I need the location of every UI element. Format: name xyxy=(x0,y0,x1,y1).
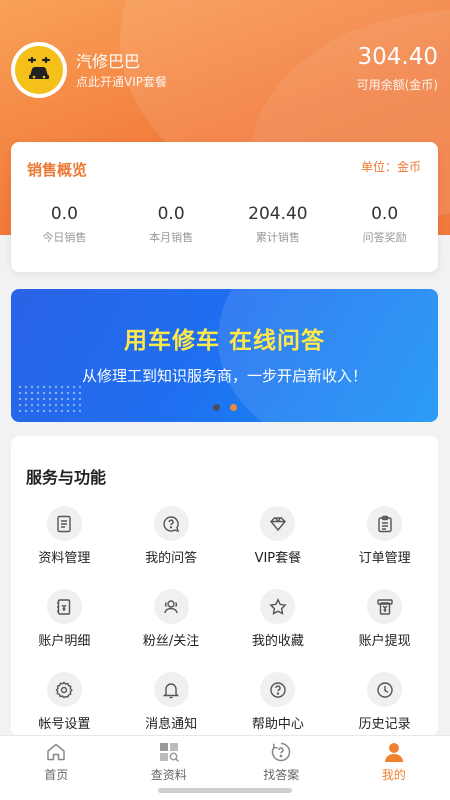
balance-amount: 304.40 xyxy=(357,44,438,70)
clock-icon xyxy=(376,681,393,698)
clipboard-icon xyxy=(377,515,392,532)
service-label: 消息通知 xyxy=(145,717,198,732)
stat-month: 0.0 本月销售 xyxy=(118,204,225,245)
sales-title: 销售概览 xyxy=(27,161,88,179)
service-document-management[interactable]: 资料管理 xyxy=(11,506,118,566)
service-fans-follow[interactable]: 粉丝/关注 xyxy=(118,589,225,649)
carousel-dots xyxy=(11,404,438,411)
services-title: 服务与功能 xyxy=(26,468,107,487)
star-icon xyxy=(269,597,287,615)
home-icon xyxy=(47,743,65,761)
stat-total: 204.40 累计销售 xyxy=(225,204,332,245)
question-icon xyxy=(272,742,291,762)
user-name: 汽修巴巴 xyxy=(76,52,141,71)
question-chat-icon xyxy=(163,515,180,532)
vip-upgrade-link[interactable]: 点此开通VIP套餐 xyxy=(76,73,167,90)
grid-search-icon xyxy=(159,743,179,763)
sales-unit: 单位：金币 xyxy=(360,160,421,174)
stat-label: 本月销售 xyxy=(149,231,194,244)
service-my-favorites[interactable]: 我的收藏 xyxy=(225,589,332,649)
users-icon xyxy=(164,599,178,613)
service-vip-package[interactable]: VIP套餐 xyxy=(225,506,332,566)
stat-label: 累计销售 xyxy=(255,231,300,244)
service-my-qa[interactable]: 我的问答 xyxy=(118,506,225,566)
banner-title: 用车修车 在线问答 xyxy=(123,328,325,354)
tab-home[interactable]: 首页 xyxy=(0,736,113,800)
service-label: 帮助中心 xyxy=(251,717,304,732)
gear-icon xyxy=(55,681,74,698)
carousel-dot-active[interactable] xyxy=(229,404,237,411)
sales-stats: 0.0 今日销售 0.0 本月销售 204.40 累计销售 0.0 问答奖励 xyxy=(11,204,438,245)
service-help-center[interactable]: 帮助中心 xyxy=(225,672,332,732)
sales-overview-card: 销售概览 单位：金币 0.0 今日销售 0.0 本月销售 204.40 累计销售… xyxy=(11,142,438,272)
person-icon xyxy=(384,743,403,762)
tab-label: 找答案 xyxy=(263,768,300,782)
service-label: 帐号设置 xyxy=(38,717,91,732)
service-label: 粉丝/关注 xyxy=(142,634,200,649)
document-icon xyxy=(57,515,72,532)
service-account-details[interactable]: 账户明细 xyxy=(11,589,118,649)
ledger-icon xyxy=(57,598,71,615)
withdraw-icon xyxy=(376,598,393,615)
carousel-dot[interactable] xyxy=(212,404,220,411)
stat-value: 0.0 xyxy=(50,204,78,224)
stat-value: 0.0 xyxy=(157,204,185,224)
balance-label: 可用余额(金币) xyxy=(356,78,438,92)
bell-icon xyxy=(162,682,180,698)
service-label: 账户明细 xyxy=(38,634,91,649)
service-label: VIP套餐 xyxy=(254,551,302,566)
service-notifications[interactable]: 消息通知 xyxy=(118,672,225,732)
service-withdraw[interactable]: 账户提现 xyxy=(331,589,438,649)
services-grid: 资料管理 我的问答 VIP套餐 订单管理 账户明细 粉丝/关注 我的收藏 账户提… xyxy=(11,506,438,732)
service-label: 我的问答 xyxy=(145,551,198,566)
avatar[interactable] xyxy=(11,42,67,98)
diamond-icon xyxy=(269,516,286,531)
service-label: 账户提现 xyxy=(358,634,411,649)
service-label: 历史记录 xyxy=(358,717,411,732)
stat-value: 0.0 xyxy=(371,204,399,224)
banner-subtitle: 从修理工到知识服务商，一步开启新收入！ xyxy=(81,367,367,385)
home-indicator xyxy=(158,788,292,793)
stat-value: 204.40 xyxy=(248,204,308,224)
car-repair-icon xyxy=(27,56,51,79)
service-account-settings[interactable]: 帐号设置 xyxy=(11,672,118,732)
stat-today: 0.0 今日销售 xyxy=(11,204,118,245)
service-order-management[interactable]: 订单管理 xyxy=(331,506,438,566)
promo-banner[interactable]: 用车修车 在线问答 从修理工到知识服务商，一步开启新收入！ xyxy=(11,289,438,422)
service-label: 我的收藏 xyxy=(251,634,304,649)
help-icon xyxy=(270,681,286,698)
stat-qa-reward: 0.0 问答奖励 xyxy=(331,204,438,245)
tab-label: 我的 xyxy=(381,768,406,782)
service-history[interactable]: 历史记录 xyxy=(331,672,438,732)
tab-label: 查资料 xyxy=(150,768,187,782)
tab-label: 首页 xyxy=(44,768,69,782)
services-panel: 服务与功能 资料管理 我的问答 VIP套餐 订单管理 账户明细 粉丝/关注 我的… xyxy=(11,436,438,736)
service-label: 资料管理 xyxy=(38,551,91,566)
service-label: 订单管理 xyxy=(358,551,411,566)
stat-label: 问答奖励 xyxy=(362,231,407,244)
tab-mine[interactable]: 我的 xyxy=(338,736,450,800)
stat-label: 今日销售 xyxy=(42,231,87,244)
